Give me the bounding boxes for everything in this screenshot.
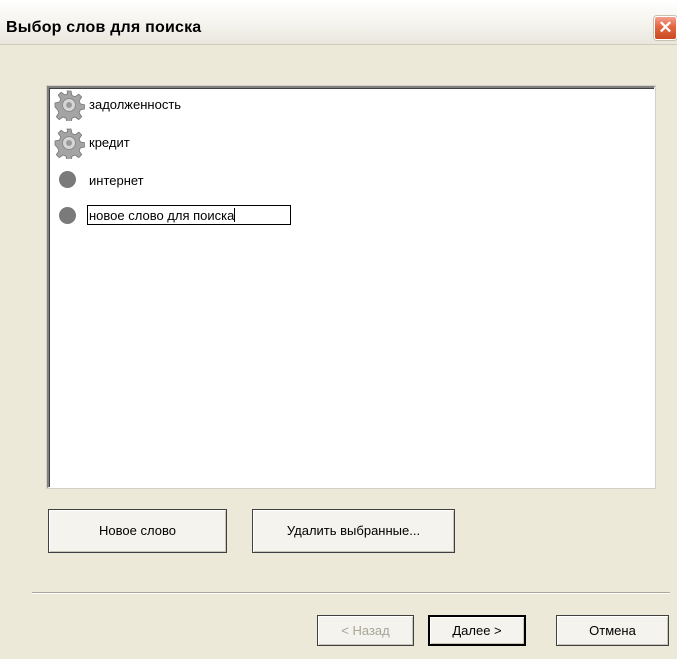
close-icon[interactable]: ✕	[654, 16, 677, 40]
gray-circle-icon	[59, 207, 76, 224]
gear-icon	[54, 90, 85, 121]
search-words-list[interactable]: задолженность кредит интернет новое слов…	[47, 86, 655, 488]
list-item-label: задолженность	[89, 97, 182, 112]
list-item-label: кредит	[89, 135, 130, 150]
list-item[interactable]: кредит	[49, 127, 649, 159]
delete-selected-button[interactable]: Удалить выбранные...	[252, 509, 455, 553]
list-item[interactable]: задолженность	[49, 89, 649, 121]
list-item[interactable]: интернет	[49, 165, 649, 195]
gray-circle-icon	[59, 171, 76, 188]
back-button[interactable]: < Назад	[317, 615, 414, 646]
separator	[32, 592, 670, 594]
title-bar[interactable]: Выбор слов для поиска ✕	[0, 0, 677, 45]
text-caret	[234, 208, 236, 222]
new-word-button[interactable]: Новое слово	[48, 509, 227, 553]
window-title: Выбор слов для поиска	[6, 19, 202, 36]
list-item[interactable]: новое слово для поиска	[49, 201, 649, 231]
next-button[interactable]: Далее >	[428, 615, 526, 646]
rename-input-text: новое слово для поиска	[89, 208, 235, 223]
cancel-button[interactable]: Отмена	[556, 615, 669, 646]
rename-input[interactable]: новое слово для поиска	[87, 205, 291, 225]
gear-icon	[54, 128, 85, 159]
list-item-label: интернет	[89, 173, 144, 188]
